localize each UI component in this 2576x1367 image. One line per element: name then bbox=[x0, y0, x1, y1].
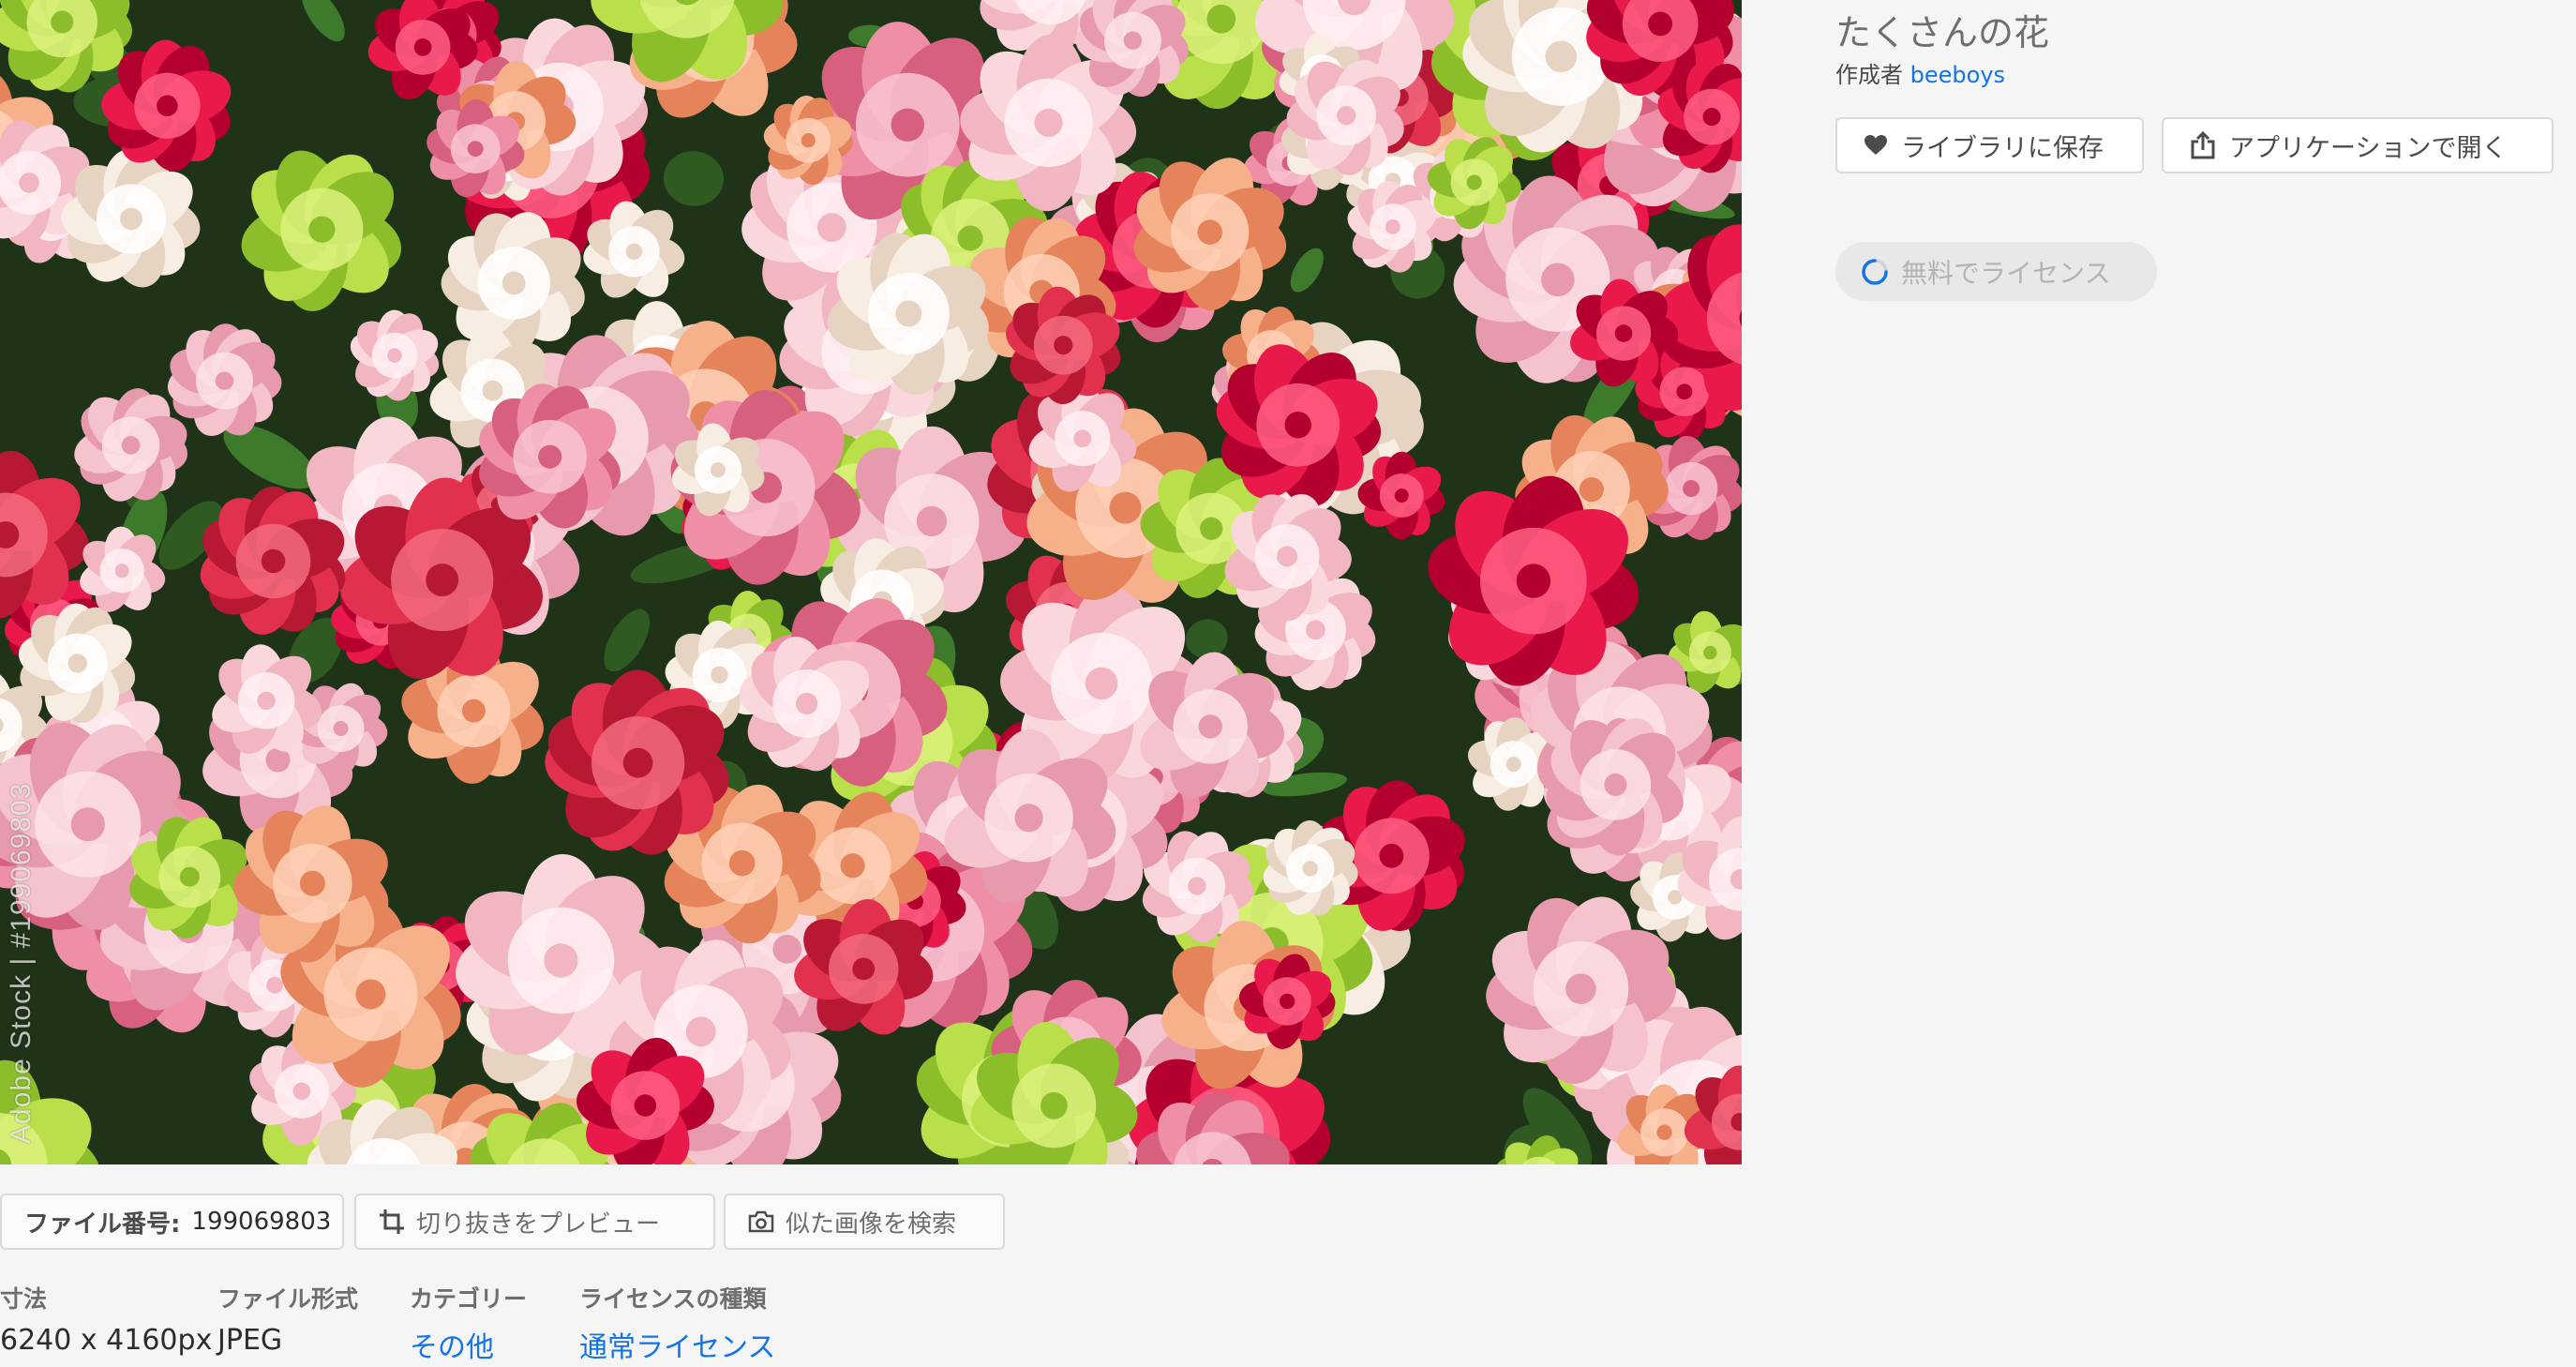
open-label: アプリケーションで開く bbox=[2229, 133, 2508, 163]
dimensions-label: 寸法 bbox=[0, 1285, 48, 1313]
crop-icon bbox=[380, 1209, 404, 1234]
author-line: 作成者 beeboys bbox=[1835, 56, 2005, 89]
license-type-label: ライセンスの種類 bbox=[579, 1285, 767, 1313]
format-label: ファイル形式 bbox=[217, 1285, 359, 1313]
camera-icon bbox=[748, 1210, 774, 1233]
format-value: JPEG bbox=[217, 1324, 283, 1357]
heart-icon bbox=[1865, 135, 1887, 155]
license-label: 無料でライセンス bbox=[1901, 257, 2111, 289]
find-similar-button[interactable]: 似た画像を検索 bbox=[724, 1194, 1005, 1250]
save-to-library-button[interactable]: ライブラリに保存 bbox=[1835, 117, 2144, 173]
category-label: カテゴリー bbox=[410, 1285, 528, 1313]
flower-photo bbox=[0, 0, 1742, 1164]
preview-crop-button[interactable]: 切り抜きをプレビュー bbox=[354, 1194, 715, 1250]
share-icon bbox=[2191, 131, 2215, 159]
similar-label: 似た画像を検索 bbox=[786, 1209, 957, 1239]
meta-category: カテゴリー その他 bbox=[410, 1281, 527, 1365]
author-link[interactable]: beeboys bbox=[1910, 62, 2005, 88]
file-id-label: ファイル番号: bbox=[24, 1209, 181, 1239]
image-preview[interactable]: Adobe Stock | #199069803 bbox=[0, 0, 1742, 1164]
author-prefix: 作成者 bbox=[1835, 62, 1903, 88]
license-type-link[interactable]: 通常ライセンス bbox=[579, 1324, 775, 1365]
meta-format: ファイル形式 JPEG bbox=[217, 1281, 358, 1357]
file-id-value: 199069803 bbox=[191, 1208, 332, 1236]
asset-title: たくさんの花 bbox=[1835, 12, 2050, 53]
meta-license-type: ライセンスの種類 通常ライセンス bbox=[579, 1281, 775, 1365]
meta-dimensions: 寸法 6240 x 4160px bbox=[0, 1281, 212, 1357]
save-label: ライブラリに保存 bbox=[1901, 133, 2104, 163]
dimensions-value: 6240 x 4160px bbox=[0, 1324, 213, 1357]
watermark: Adobe Stock | #199069803 bbox=[6, 782, 37, 1144]
file-id-chip[interactable]: ファイル番号: 199069803 bbox=[0, 1194, 344, 1250]
category-link[interactable]: その他 bbox=[410, 1324, 527, 1365]
spinner-icon bbox=[1862, 258, 1888, 285]
crop-label: 切り抜きをプレビュー bbox=[416, 1209, 661, 1239]
open-in-app-button[interactable]: アプリケーションで開く bbox=[2162, 117, 2554, 173]
license-free-button[interactable]: 無料でライセンス bbox=[1835, 242, 2157, 301]
